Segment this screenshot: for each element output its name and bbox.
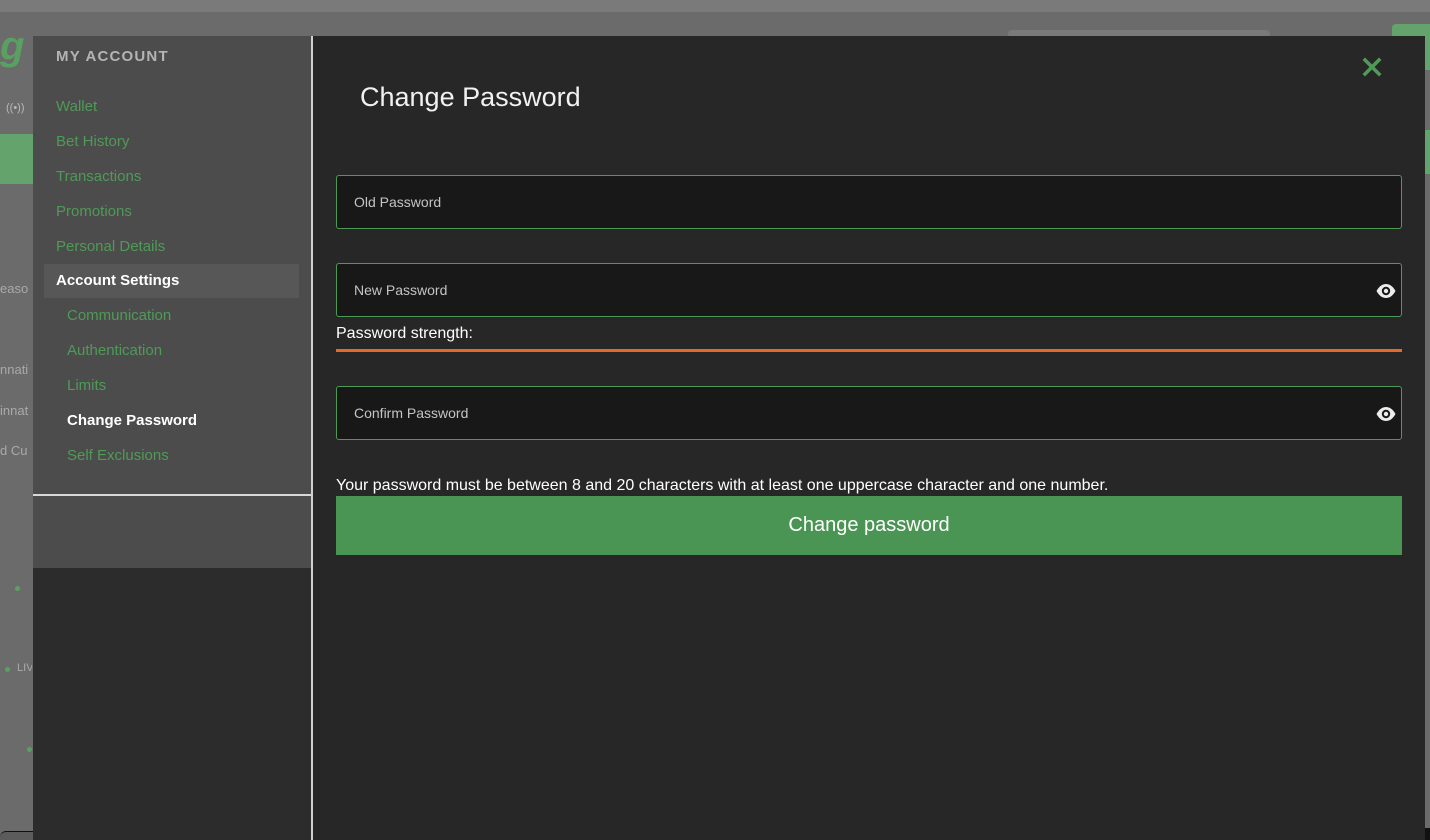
background-text: easo xyxy=(0,281,29,296)
sidebar-item-transactions[interactable]: Transactions xyxy=(56,168,141,186)
background-text: nnati xyxy=(0,362,29,377)
old-password-input[interactable] xyxy=(337,176,1401,228)
account-modal: MY ACCOUNT Wallet Bet History Transactio… xyxy=(33,36,1425,840)
new-password-field xyxy=(336,263,1402,317)
page-title: Change Password xyxy=(360,82,581,112)
change-password-button[interactable]: Change password xyxy=(336,496,1402,555)
old-password-field xyxy=(336,175,1402,229)
sidebar-item-bet-history[interactable]: Bet History xyxy=(56,133,129,151)
sidebar-title: MY ACCOUNT xyxy=(56,48,169,65)
background-topbar xyxy=(0,0,1430,12)
password-requirements-hint: Your password must be between 8 and 20 c… xyxy=(336,477,1109,494)
background-live-dot xyxy=(15,586,20,591)
account-sidebar: MY ACCOUNT Wallet Bet History Transactio… xyxy=(33,36,313,840)
background-live-dot xyxy=(27,747,32,752)
sidebar-subitem-authentication[interactable]: Authentication xyxy=(67,342,162,360)
background-live-icon: ((•)) xyxy=(6,102,25,114)
background-live-dot xyxy=(5,667,10,672)
close-button[interactable] xyxy=(1359,54,1385,80)
background-banner xyxy=(0,134,34,184)
background-text: d Cu xyxy=(0,443,28,458)
sidebar-subitem-change-password[interactable]: Change Password xyxy=(67,412,197,430)
eye-icon[interactable] xyxy=(1375,280,1397,302)
password-strength-fill xyxy=(336,349,1402,352)
sidebar-subitem-communication[interactable]: Communication xyxy=(67,307,171,325)
close-icon xyxy=(1362,57,1382,77)
password-strength-bar xyxy=(336,349,1402,352)
sidebar-item-personal-details[interactable]: Personal Details xyxy=(56,238,165,256)
eye-icon[interactable] xyxy=(1375,403,1397,425)
sidebar-subitem-self-exclusions[interactable]: Self Exclusions xyxy=(67,447,169,465)
sidebar-divider xyxy=(33,494,311,496)
sidebar-subitem-limits[interactable]: Limits xyxy=(67,377,106,395)
new-password-input[interactable] xyxy=(337,264,1401,316)
background-text: LIV xyxy=(17,662,32,674)
sidebar-item-account-settings[interactable]: Account Settings xyxy=(44,264,299,298)
confirm-password-input[interactable] xyxy=(337,387,1401,439)
sidebar-item-promotions[interactable]: Promotions xyxy=(56,203,132,221)
background-logo: g xyxy=(0,24,25,68)
confirm-password-field xyxy=(336,386,1402,440)
sidebar-item-wallet[interactable]: Wallet xyxy=(56,98,97,116)
background-text: innat xyxy=(0,403,29,418)
sidebar-menu: MY ACCOUNT Wallet Bet History Transactio… xyxy=(33,36,311,568)
password-strength-label: Password strength: xyxy=(336,325,473,342)
sidebar-border xyxy=(311,36,313,840)
